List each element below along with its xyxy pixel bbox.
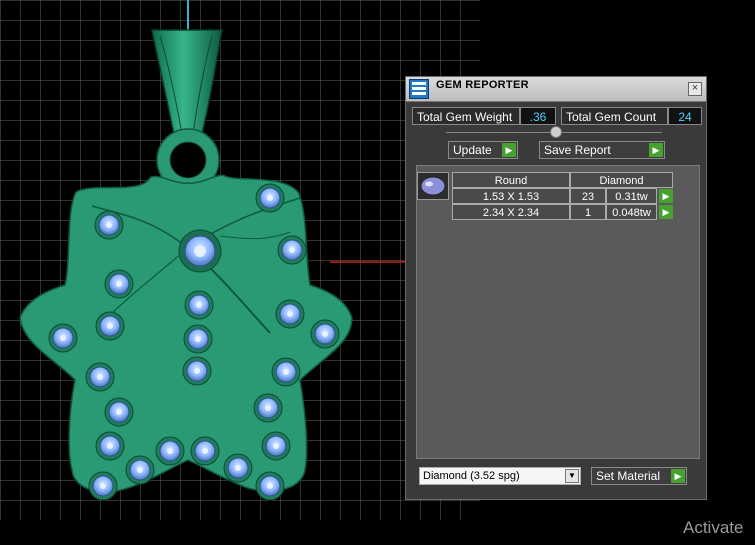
- update-button-label: Update: [453, 143, 492, 157]
- table-cell-count: 23: [570, 188, 606, 204]
- gem-stone: [253, 393, 283, 423]
- gem-stone: [155, 436, 185, 466]
- update-button[interactable]: Update ▶: [448, 141, 518, 159]
- panel-titlebar[interactable]: GEM REPORTER ×: [406, 77, 706, 102]
- table-cell-size: 2.34 X 2.34: [452, 204, 570, 220]
- total-gem-weight-value: .36: [520, 107, 556, 125]
- play-arrow-icon: ▶: [649, 143, 663, 157]
- gem-stone: [190, 436, 220, 466]
- gem-stone: [255, 471, 285, 501]
- gem-stone: [94, 210, 124, 240]
- collapse-handle[interactable]: [550, 126, 562, 138]
- gem-stone: [255, 183, 285, 213]
- gem-stone: [261, 431, 291, 461]
- gem-stone: [183, 324, 213, 354]
- gem-stone: [182, 356, 212, 386]
- table-cell-weight: 0.048tw: [606, 204, 657, 220]
- material-select-value: Diamond (3.52 spg): [423, 470, 520, 482]
- gem-stone: [104, 397, 134, 427]
- table-header-shape: Round: [452, 172, 570, 188]
- total-gem-count-value: 24: [668, 107, 702, 125]
- row-2-select-arrow-icon[interactable]: ▶: [659, 205, 673, 219]
- table-cell-size: 1.53 X 1.53: [452, 188, 570, 204]
- gem-stone: [85, 362, 115, 392]
- play-arrow-icon: ▶: [671, 469, 685, 483]
- set-material-button[interactable]: Set Material ▶: [591, 467, 687, 485]
- gem-stone: [223, 453, 253, 483]
- gem-list-area: Round Diamond 1.53 X 1.53 23 0.31tw ▶ 2.…: [416, 165, 700, 459]
- close-icon[interactable]: ×: [688, 82, 702, 96]
- total-gem-count-label: Total Gem Count: [561, 107, 668, 125]
- panel-title: GEM REPORTER: [436, 79, 529, 91]
- gem-stone: [88, 471, 118, 501]
- gem-stone: [104, 269, 134, 299]
- windows-activate-watermark: Activate: [683, 518, 744, 537]
- chevron-down-icon[interactable]: ▼: [565, 469, 579, 483]
- table-cell-weight: 0.31tw: [606, 188, 657, 204]
- gem-stone: [184, 290, 214, 320]
- material-select[interactable]: Diamond (3.52 spg) ▼: [419, 467, 581, 485]
- gem-stone: [95, 311, 125, 341]
- row-1-select-arrow-icon[interactable]: ▶: [659, 189, 673, 203]
- round-gem-icon[interactable]: [417, 172, 449, 200]
- gem-stone: [275, 299, 305, 329]
- total-gem-weight-label: Total Gem Weight: [412, 107, 520, 125]
- gem-reporter-app-icon: [409, 79, 429, 99]
- gem-stone: [310, 319, 340, 349]
- play-arrow-icon: ▶: [502, 143, 516, 157]
- gem-stone: [95, 431, 125, 461]
- center-gem-stone: [178, 229, 222, 273]
- table-cell-count: 1: [570, 204, 606, 220]
- set-material-button-label: Set Material: [596, 469, 661, 483]
- gem-stone: [277, 235, 307, 265]
- gem-reporter-panel: GEM REPORTER × Total Gem Weight .36 Tota…: [405, 76, 707, 500]
- save-report-button[interactable]: Save Report ▶: [539, 141, 665, 159]
- gem-stone: [125, 455, 155, 485]
- gem-stone: [271, 357, 301, 387]
- gem-stone: [48, 323, 78, 353]
- save-report-button-label: Save Report: [544, 143, 611, 157]
- table-header-material: Diamond: [570, 172, 673, 188]
